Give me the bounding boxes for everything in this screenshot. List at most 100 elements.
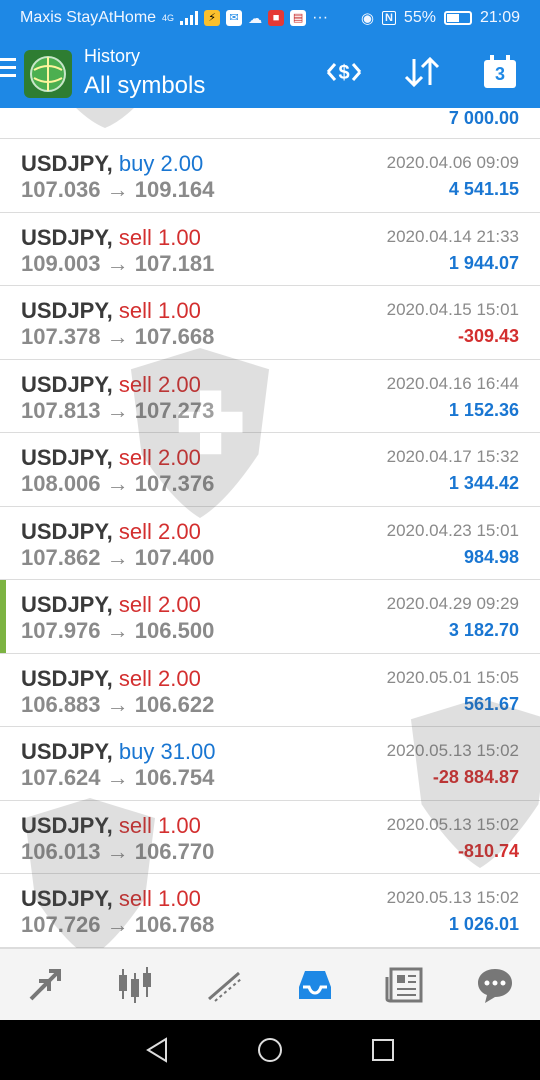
nav-history[interactable] xyxy=(285,955,345,1015)
arrow-icon: → xyxy=(106,250,129,276)
close-price: 107.181 xyxy=(134,250,215,276)
cloud-icon: ☁ xyxy=(248,9,263,26)
trade-symbol: USDJPY, xyxy=(21,371,113,397)
trade-symbol: USDJPY, xyxy=(21,518,113,544)
trade-row[interactable]: USDJPY, buy 31.00 107.624 → 106.754 2020.0… xyxy=(0,727,540,801)
clock: 21:09 xyxy=(479,9,520,26)
trade-symbol: USDJPY, xyxy=(21,665,113,691)
trade-row[interactable]: USDJPY, sell 1.00 106.013 → 106.770 2020.0… xyxy=(0,800,540,874)
nav-news[interactable] xyxy=(375,955,435,1015)
trade-profit: 1 944.07 xyxy=(448,252,519,273)
trade-time: 2020.05.13 15:02 xyxy=(386,888,519,907)
trade-row-partial[interactable]: 7 000.00 xyxy=(0,108,540,139)
trade-time: 2020.05.13 15:02 xyxy=(386,814,519,834)
trade-time: 2020.04.14 21:33 xyxy=(386,226,519,246)
open-price: 106.883 xyxy=(21,691,101,717)
nav-trade[interactable] xyxy=(195,955,255,1015)
trade-row[interactable]: USDJPY, sell 2.00 107.813 → 107.273 2020.0… xyxy=(0,359,540,433)
battery-icon xyxy=(443,11,472,25)
recents-icon[interactable] xyxy=(370,1037,396,1063)
trade-prices: 107.976 → 106.500 xyxy=(21,618,214,644)
trade-volume: 2.00 xyxy=(157,665,201,691)
trade-row[interactable]: USDJPY, sell 2.00 108.006 → 107.376 2020.0… xyxy=(0,433,540,507)
home-icon[interactable] xyxy=(257,1037,283,1063)
trade-symbol: USDJPY, xyxy=(21,298,113,323)
trade-row[interactable]: USDJPY, sell 2.00 107.976 → 106.500 2020.0… xyxy=(0,580,540,654)
back-icon[interactable] xyxy=(144,1037,170,1063)
currency-exchange-button[interactable]: $ xyxy=(324,52,364,92)
trade-symbol-line: USDJPY, sell 2.00 xyxy=(21,519,201,545)
app-logo xyxy=(24,50,72,98)
trade-symbol-line: USDJPY, sell 1.00 xyxy=(21,225,201,251)
sort-arrows-icon xyxy=(404,56,440,88)
trade-prices: 107.624 → 106.754 xyxy=(21,765,214,791)
trade-row[interactable]: USDJPY, sell 2.00 106.883 → 106.622 2020.0… xyxy=(0,653,540,727)
newspaper-icon xyxy=(385,967,423,1002)
close-price: 107.376 xyxy=(134,471,215,496)
trade-volume: 2.00 xyxy=(157,371,201,397)
trade-row[interactable]: USDJPY, sell 2.00 107.862 → 107.400 2020.0… xyxy=(0,506,540,580)
close-price: 106.622 xyxy=(134,691,215,717)
trade-volume: 2.00 xyxy=(157,445,201,470)
open-price: 107.862 xyxy=(21,544,101,570)
trade-side: sell 1.00 xyxy=(119,886,201,911)
sort-button[interactable] xyxy=(402,52,442,92)
close-price: 106.500 xyxy=(134,618,215,643)
trade-prices: 107.036 → 109.164 xyxy=(21,177,214,203)
trade-prices: 108.006 → 107.376 xyxy=(21,471,214,497)
globe-icon xyxy=(30,56,66,92)
page-title[interactable]: All symbols xyxy=(84,72,205,100)
trade-symbol: USDJPY, xyxy=(21,812,113,838)
bottom-navigation xyxy=(0,948,540,1020)
trade-time: 2020.05.13 15:02 xyxy=(386,741,519,760)
open-price: 107.624 xyxy=(21,765,101,790)
close-price: 106.768 xyxy=(134,912,215,937)
trade-symbol-line: USDJPY, buy 31.00 xyxy=(21,739,216,765)
trade-profit: -810.74 xyxy=(457,840,519,861)
trade-volume: 2.00 xyxy=(160,151,204,176)
trade-row[interactable]: USDJPY, buy 2.00 107.036 → 109.164 2020.04… xyxy=(0,139,540,213)
trade-direction: buy xyxy=(118,739,155,764)
trade-side: sell 2.00 xyxy=(119,666,201,691)
trade-prices: 107.378 → 107.668 xyxy=(21,324,214,350)
arrow-icon: → xyxy=(106,838,129,864)
flash-notification-icon: ⚡ xyxy=(204,10,221,26)
network-type: 4G xyxy=(162,13,175,23)
signal-icon xyxy=(180,11,199,25)
trade-row[interactable]: USDJPY, sell 1.00 107.378 → 107.668 2020.0… xyxy=(0,286,540,360)
trade-row[interactable]: USDJPY, sell 1.00 107.726 → 106.768 2020.0… xyxy=(0,874,540,948)
nav-messages[interactable] xyxy=(465,955,525,1015)
arrow-icon: → xyxy=(106,397,129,423)
trade-direction: sell xyxy=(118,371,152,397)
trade-volume: 1.00 xyxy=(157,812,201,838)
battery-percent: 55% xyxy=(403,9,436,26)
trade-symbol: USDJPY, xyxy=(21,886,113,911)
more-notifications-icon: ··· xyxy=(312,9,329,26)
trade-volume: 31.00 xyxy=(160,739,216,764)
trade-row[interactable]: USDJPY, sell 1.00 109.003 → 107.181 2020.0… xyxy=(0,212,540,286)
arrow-icon: → xyxy=(106,765,129,790)
arrow-icon: → xyxy=(106,177,129,202)
trade-profit: -28 884.87 xyxy=(432,767,519,787)
trade-symbol-line: USDJPY, sell 1.00 xyxy=(21,298,201,324)
trade-history-list[interactable]: 7 000.00 USDJPY, buy 2.00 107.036 → 109.1… xyxy=(0,108,540,948)
trade-time: 2020.04.29 09:29 xyxy=(386,594,519,613)
nav-chart[interactable] xyxy=(105,955,165,1015)
calendar-button[interactable]: 3 xyxy=(480,52,520,92)
trade-prices: 106.013 → 106.770 xyxy=(21,839,214,865)
trade-direction: sell xyxy=(118,224,152,250)
nav-quotes[interactable] xyxy=(15,955,75,1015)
system-navigation-bar xyxy=(0,1020,540,1080)
trade-prices: 109.003 → 107.181 xyxy=(21,251,214,277)
trade-symbol-line: USDJPY, sell 2.00 xyxy=(21,372,201,398)
trade-profit: 1 344.42 xyxy=(448,473,519,493)
trade-profit: 4 541.15 xyxy=(448,179,519,199)
trade-profit: 3 182.70 xyxy=(448,620,519,640)
trade-profit: -309.43 xyxy=(457,326,519,346)
mail-notification-icon: ✉ xyxy=(226,10,243,26)
trade-profit: 1 152.36 xyxy=(448,399,519,420)
trade-profit: 561.67 xyxy=(463,693,519,714)
menu-icon[interactable] xyxy=(0,58,16,80)
open-price: 107.813 xyxy=(21,397,101,423)
trade-side: sell 1.00 xyxy=(119,298,201,323)
